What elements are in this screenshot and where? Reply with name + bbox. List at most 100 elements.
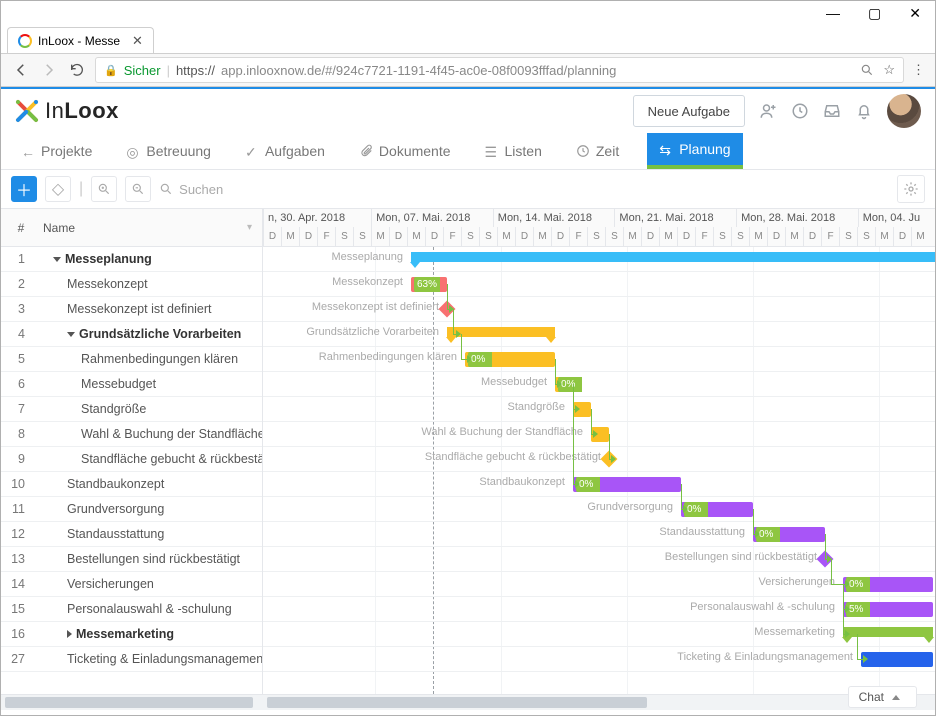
caret-icon[interactable] <box>67 332 75 337</box>
day-header: M <box>623 227 641 246</box>
day-header: D <box>299 227 317 246</box>
task-row[interactable]: 11Grundversorgung <box>1 497 262 522</box>
task-row[interactable]: 1Messeplanung <box>1 247 262 272</box>
col-index-header[interactable]: # <box>11 221 31 235</box>
task-bar[interactable]: 63% <box>411 277 447 292</box>
task-row[interactable]: 5 Rahmenbedingungen klären <box>1 347 262 372</box>
search-input[interactable]: Suchen <box>159 182 889 197</box>
task-bar[interactable]: 0% <box>843 577 933 592</box>
gantt-row[interactable]: Grundversorgung0% <box>263 497 935 522</box>
gantt-row[interactable]: Standausstattung0% <box>263 522 935 547</box>
day-header: D <box>425 227 443 246</box>
task-row[interactable]: 27Ticketing & Einladungsmanagement <box>1 647 262 672</box>
chevron-down-icon[interactable]: ▾ <box>247 222 252 233</box>
nav-documents[interactable]: Dokumente <box>353 133 457 169</box>
gantt-row[interactable]: Grundsätzliche Vorarbeiten <box>263 322 935 347</box>
summary-bar[interactable] <box>447 327 555 337</box>
bell-icon[interactable] <box>855 102 873 120</box>
tab-close-icon[interactable]: ✕ <box>132 33 143 49</box>
inbox-icon[interactable] <box>823 102 841 120</box>
back-button[interactable] <box>11 60 31 80</box>
diamond-button[interactable]: ◇ <box>45 176 71 202</box>
gantt-label: Versicherungen <box>759 576 835 588</box>
add-button[interactable]: ＋ <box>11 176 37 202</box>
gantt-row[interactable]: Rahmenbedingungen klären0% <box>263 347 935 372</box>
window-close-icon[interactable]: ✕ <box>909 5 921 22</box>
forward-button[interactable] <box>39 60 59 80</box>
gantt-row[interactable]: Messekonzept ist definiert <box>263 297 935 322</box>
nav-time[interactable]: Zeit <box>570 133 625 169</box>
task-bar[interactable] <box>861 652 933 667</box>
address-bar[interactable]: 🔒 Sicher | https://app.inlooxnow.de/#/92… <box>95 57 904 83</box>
task-index: 4 <box>1 327 31 341</box>
task-row[interactable]: 8Wahl & Buchung der Standfläche <box>1 422 262 447</box>
task-row[interactable]: 16Messemarketing <box>1 622 262 647</box>
gantt-row[interactable]: Messebudget0% <box>263 372 935 397</box>
gantt-label: Standbaukonzept <box>479 476 565 488</box>
gantt-row[interactable]: Personalauswahl & -schulung5% <box>263 597 935 622</box>
day-header: M <box>785 227 803 246</box>
new-task-button[interactable]: Neue Aufgabe <box>633 95 745 127</box>
task-row[interactable]: 14Versicherungen <box>1 572 262 597</box>
task-row[interactable]: 10Standbaukonzept <box>1 472 262 497</box>
task-row[interactable]: 9Standfläche gebucht & rückbestätigt <box>1 447 262 472</box>
browser-tab[interactable]: InLoox - Messe ✕ <box>7 27 154 53</box>
add-user-icon[interactable] <box>759 102 777 120</box>
reload-button[interactable] <box>67 60 87 80</box>
gantt-row[interactable]: Messeplanung <box>263 247 935 272</box>
zoom-out-button[interactable] <box>125 176 151 202</box>
day-header: D <box>641 227 659 246</box>
task-bar[interactable]: 0% <box>753 527 825 542</box>
task-row[interactable]: 6Messebudget <box>1 372 262 397</box>
task-row[interactable]: 2Messekonzept <box>1 272 262 297</box>
caret-icon[interactable] <box>53 257 61 262</box>
summary-bar[interactable] <box>411 252 935 262</box>
gantt-row[interactable]: Bestellungen sind rückbestätigt <box>263 547 935 572</box>
new-tab-button[interactable] <box>158 31 180 51</box>
caret-icon[interactable] <box>67 630 72 638</box>
bookmark-icon[interactable]: ☆ <box>883 62 895 78</box>
task-index: 5 <box>1 352 31 366</box>
day-header: S <box>839 227 857 246</box>
gantt-row[interactable]: Ticketing & Einladungsmanagement <box>263 647 935 672</box>
gantt-row[interactable]: Standfläche gebucht & rückbestätigt <box>263 447 935 472</box>
nav-tasks[interactable]: ✓Aufgaben <box>239 133 331 169</box>
task-bar[interactable]: 0% <box>681 502 753 517</box>
day-header: M <box>911 227 929 246</box>
task-row[interactable]: 4Grundsätzliche Vorarbeiten <box>1 322 262 347</box>
day-header: S <box>713 227 731 246</box>
nav-planning[interactable]: ⇆Planung <box>647 133 742 169</box>
gantt-row[interactable]: Messekonzept63% <box>263 272 935 297</box>
task-bar[interactable]: 5% <box>843 602 933 617</box>
search-icon <box>159 182 173 196</box>
browser-menu-icon[interactable]: ⋮ <box>912 62 925 78</box>
user-avatar[interactable] <box>887 94 921 128</box>
gantt-row[interactable]: Messemarketing <box>263 622 935 647</box>
task-name: Rahmenbedingungen klären <box>81 352 238 366</box>
gantt-row[interactable]: Standbaukonzept 0% <box>263 472 935 497</box>
nav-support[interactable]: ◎Betreuung <box>120 133 217 169</box>
task-name: Messekonzept <box>67 277 148 291</box>
history-icon[interactable] <box>791 102 809 120</box>
task-bar[interactable]: 0% <box>573 477 681 492</box>
window-maximize-icon[interactable]: ▢ <box>868 5 881 22</box>
task-row[interactable]: 7Standgröße <box>1 397 262 422</box>
gantt-row[interactable]: Wahl & Buchung der Standfläche <box>263 422 935 447</box>
chat-button[interactable]: Chat <box>848 686 917 708</box>
task-bar[interactable]: 0% <box>465 352 555 367</box>
gantt-label: Messeplanung <box>331 251 403 263</box>
day-header: S <box>461 227 479 246</box>
task-row[interactable]: 13Bestellungen sind rückbestätigt <box>1 547 262 572</box>
nav-projects[interactable]: ←Projekte <box>15 133 98 169</box>
search-in-page-icon[interactable] <box>857 60 877 80</box>
col-name-header[interactable]: Name <box>43 221 235 235</box>
task-index: 8 <box>1 427 31 441</box>
zoom-in-button[interactable] <box>91 176 117 202</box>
settings-button[interactable] <box>897 175 925 203</box>
window-minimize-icon[interactable]: — <box>826 5 840 21</box>
nav-lists[interactable]: ☰Listen <box>479 133 548 169</box>
gantt-row[interactable]: Standgröße <box>263 397 935 422</box>
task-row[interactable]: 15Personalauswahl & -schulung <box>1 597 262 622</box>
task-row[interactable]: 3Messekonzept ist definiert <box>1 297 262 322</box>
task-row[interactable]: 12Standausstattung <box>1 522 262 547</box>
